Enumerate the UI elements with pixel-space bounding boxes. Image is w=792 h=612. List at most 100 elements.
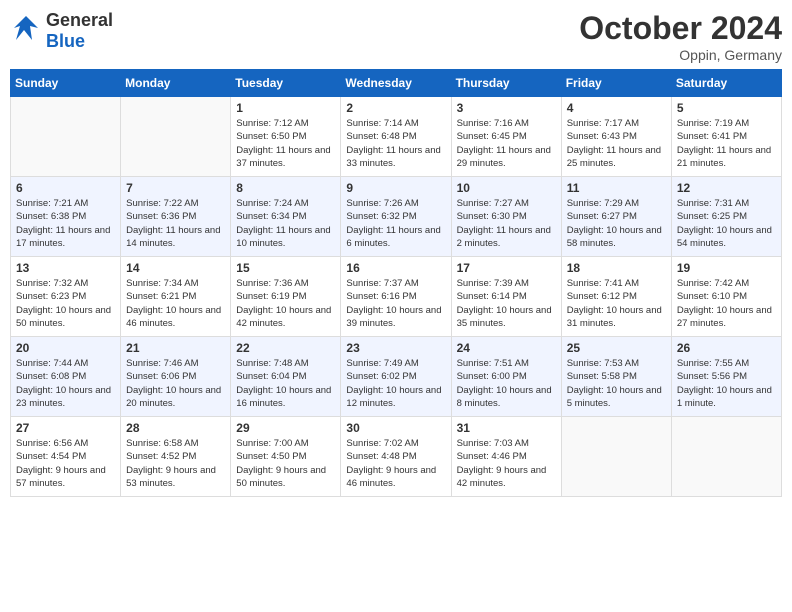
- day-number: 15: [236, 261, 335, 275]
- day-number: 14: [126, 261, 225, 275]
- calendar-cell: 17 Sunrise: 7:39 AM Sunset: 6:14 PM Dayli…: [451, 257, 561, 337]
- day-info: Sunrise: 6:56 AM Sunset: 4:54 PM Dayligh…: [16, 437, 115, 490]
- calendar-cell: 11Sunrise: 7:29 AM Sunset: 6:27 PM Dayli…: [561, 177, 671, 257]
- day-number: 6: [16, 181, 115, 195]
- calendar-cell: 15 Sunrise: 7:36 AM Sunset: 6:19 PM Dayli…: [231, 257, 341, 337]
- logo-text: General Blue: [46, 10, 113, 52]
- day-info: Sunrise: 7:37 AM Sunset: 6:16 PM Dayligh…: [346, 277, 445, 330]
- day-info: Sunrise: 6:58 AM Sunset: 4:52 PM Dayligh…: [126, 437, 225, 490]
- day-info: Sunrise: 7:22 AM Sunset: 6:36 PM Dayligh…: [126, 197, 225, 250]
- calendar-cell: 24 Sunrise: 7:51 AM Sunset: 6:00 PM Dayli…: [451, 337, 561, 417]
- day-number: 10: [457, 181, 556, 195]
- day-info: Sunrise: 7:39 AM Sunset: 6:14 PM Dayligh…: [457, 277, 556, 330]
- calendar-table: SundayMondayTuesdayWednesdayThursdayFrid…: [10, 69, 782, 497]
- day-info: Sunrise: 7:42 AM Sunset: 6:10 PM Dayligh…: [677, 277, 776, 330]
- calendar-cell: 8 Sunrise: 7:24 AM Sunset: 6:34 PM Daylig…: [231, 177, 341, 257]
- calendar-cell: 6Sunrise: 7:21 AM Sunset: 6:38 PM Daylig…: [11, 177, 121, 257]
- day-number: 16: [346, 261, 445, 275]
- day-info: Sunrise: 7:36 AM Sunset: 6:19 PM Dayligh…: [236, 277, 335, 330]
- day-header-thursday: Thursday: [451, 70, 561, 97]
- day-number: 22: [236, 341, 335, 355]
- day-info: Sunrise: 7:51 AM Sunset: 6:00 PM Dayligh…: [457, 357, 556, 410]
- calendar-cell: 26Sunrise: 7:55 AM Sunset: 5:56 PM Dayli…: [671, 337, 781, 417]
- title-area: October 2024 Oppin, Germany: [579, 10, 782, 63]
- month-title: October 2024: [579, 10, 782, 47]
- calendar-cell: 2 Sunrise: 7:14 AM Sunset: 6:48 PM Daylig…: [341, 97, 451, 177]
- logo: General Blue: [10, 10, 113, 52]
- calendar-cell: 4 Sunrise: 7:17 AM Sunset: 6:43 PM Daylig…: [561, 97, 671, 177]
- calendar-cell: 16 Sunrise: 7:37 AM Sunset: 6:16 PM Dayli…: [341, 257, 451, 337]
- day-info: Sunrise: 7:32 AM Sunset: 6:23 PM Dayligh…: [16, 277, 115, 330]
- day-info: Sunrise: 7:14 AM Sunset: 6:48 PM Dayligh…: [346, 117, 445, 170]
- day-info: Sunrise: 7:24 AM Sunset: 6:34 PM Dayligh…: [236, 197, 335, 250]
- day-header-tuesday: Tuesday: [231, 70, 341, 97]
- calendar-cell: 14 Sunrise: 7:34 AM Sunset: 6:21 PM Dayli…: [121, 257, 231, 337]
- day-info: Sunrise: 7:19 AM Sunset: 6:41 PM Dayligh…: [677, 117, 776, 170]
- calendar-week-2: 6Sunrise: 7:21 AM Sunset: 6:38 PM Daylig…: [11, 177, 782, 257]
- day-number: 31: [457, 421, 556, 435]
- day-number: 2: [346, 101, 445, 115]
- calendar-cell: 21 Sunrise: 7:46 AM Sunset: 6:06 PM Dayli…: [121, 337, 231, 417]
- calendar-week-1: 1 Sunrise: 7:12 AM Sunset: 6:50 PM Daylig…: [11, 97, 782, 177]
- day-number: 24: [457, 341, 556, 355]
- day-number: 25: [567, 341, 666, 355]
- day-info: Sunrise: 7:16 AM Sunset: 6:45 PM Dayligh…: [457, 117, 556, 170]
- day-number: 1: [236, 101, 335, 115]
- day-info: Sunrise: 7:27 AM Sunset: 6:30 PM Dayligh…: [457, 197, 556, 250]
- day-header-sunday: Sunday: [11, 70, 121, 97]
- day-info: Sunrise: 7:26 AM Sunset: 6:32 PM Dayligh…: [346, 197, 445, 250]
- calendar-cell: 9 Sunrise: 7:26 AM Sunset: 6:32 PM Daylig…: [341, 177, 451, 257]
- day-number: 30: [346, 421, 445, 435]
- day-info: Sunrise: 7:02 AM Sunset: 4:48 PM Dayligh…: [346, 437, 445, 490]
- calendar-cell: 10 Sunrise: 7:27 AM Sunset: 6:30 PM Dayli…: [451, 177, 561, 257]
- calendar-cell: [561, 417, 671, 497]
- calendar-cell: 27 Sunrise: 6:56 AM Sunset: 4:54 PM Dayli…: [11, 417, 121, 497]
- day-info: Sunrise: 7:31 AM Sunset: 6:25 PM Dayligh…: [677, 197, 776, 250]
- location: Oppin, Germany: [579, 47, 782, 63]
- day-number: 21: [126, 341, 225, 355]
- day-number: 9: [346, 181, 445, 195]
- day-info: Sunrise: 7:46 AM Sunset: 6:06 PM Dayligh…: [126, 357, 225, 410]
- day-number: 18: [567, 261, 666, 275]
- day-info: Sunrise: 7:48 AM Sunset: 6:04 PM Dayligh…: [236, 357, 335, 410]
- logo-general: General: [46, 10, 113, 30]
- day-info: Sunrise: 7:34 AM Sunset: 6:21 PM Dayligh…: [126, 277, 225, 330]
- day-number: 20: [16, 341, 115, 355]
- calendar-cell: 23 Sunrise: 7:49 AM Sunset: 6:02 PM Dayli…: [341, 337, 451, 417]
- day-info: Sunrise: 7:44 AM Sunset: 6:08 PM Dayligh…: [16, 357, 115, 410]
- day-info: Sunrise: 7:03 AM Sunset: 4:46 PM Dayligh…: [457, 437, 556, 490]
- day-number: 27: [16, 421, 115, 435]
- day-info: Sunrise: 7:29 AM Sunset: 6:27 PM Dayligh…: [567, 197, 666, 250]
- day-number: 19: [677, 261, 776, 275]
- day-number: 13: [16, 261, 115, 275]
- page-header: General Blue October 2024 Oppin, Germany: [10, 10, 782, 63]
- calendar-cell: 25 Sunrise: 7:53 AM Sunset: 5:58 PM Dayli…: [561, 337, 671, 417]
- day-info: Sunrise: 7:55 AM Sunset: 5:56 PM Dayligh…: [677, 357, 776, 410]
- calendar-cell: 31 Sunrise: 7:03 AM Sunset: 4:46 PM Dayli…: [451, 417, 561, 497]
- day-info: Sunrise: 7:12 AM Sunset: 6:50 PM Dayligh…: [236, 117, 335, 170]
- calendar-week-5: 27 Sunrise: 6:56 AM Sunset: 4:54 PM Dayli…: [11, 417, 782, 497]
- day-header-monday: Monday: [121, 70, 231, 97]
- calendar-cell: 29Sunrise: 7:00 AM Sunset: 4:50 PM Dayli…: [231, 417, 341, 497]
- calendar-cell: 19 Sunrise: 7:42 AM Sunset: 6:10 PM Dayli…: [671, 257, 781, 337]
- day-number: 8: [236, 181, 335, 195]
- calendar-cell: 30 Sunrise: 7:02 AM Sunset: 4:48 PM Dayli…: [341, 417, 451, 497]
- calendar-week-3: 13 Sunrise: 7:32 AM Sunset: 6:23 PM Dayli…: [11, 257, 782, 337]
- day-number: 3: [457, 101, 556, 115]
- calendar-cell: 5Sunrise: 7:19 AM Sunset: 6:41 PM Daylig…: [671, 97, 781, 177]
- day-number: 12: [677, 181, 776, 195]
- calendar-cell: 13 Sunrise: 7:32 AM Sunset: 6:23 PM Dayli…: [11, 257, 121, 337]
- day-number: 17: [457, 261, 556, 275]
- day-info: Sunrise: 7:41 AM Sunset: 6:12 PM Dayligh…: [567, 277, 666, 330]
- day-info: Sunrise: 7:49 AM Sunset: 6:02 PM Dayligh…: [346, 357, 445, 410]
- day-number: 4: [567, 101, 666, 115]
- day-info: Sunrise: 7:17 AM Sunset: 6:43 PM Dayligh…: [567, 117, 666, 170]
- calendar-cell: 20 Sunrise: 7:44 AM Sunset: 6:08 PM Dayli…: [11, 337, 121, 417]
- day-number: 23: [346, 341, 445, 355]
- day-info: Sunrise: 7:53 AM Sunset: 5:58 PM Dayligh…: [567, 357, 666, 410]
- day-header-friday: Friday: [561, 70, 671, 97]
- calendar-cell: [11, 97, 121, 177]
- calendar-cell: 1 Sunrise: 7:12 AM Sunset: 6:50 PM Daylig…: [231, 97, 341, 177]
- calendar-cell: 18 Sunrise: 7:41 AM Sunset: 6:12 PM Dayli…: [561, 257, 671, 337]
- calendar-cell: 3 Sunrise: 7:16 AM Sunset: 6:45 PM Daylig…: [451, 97, 561, 177]
